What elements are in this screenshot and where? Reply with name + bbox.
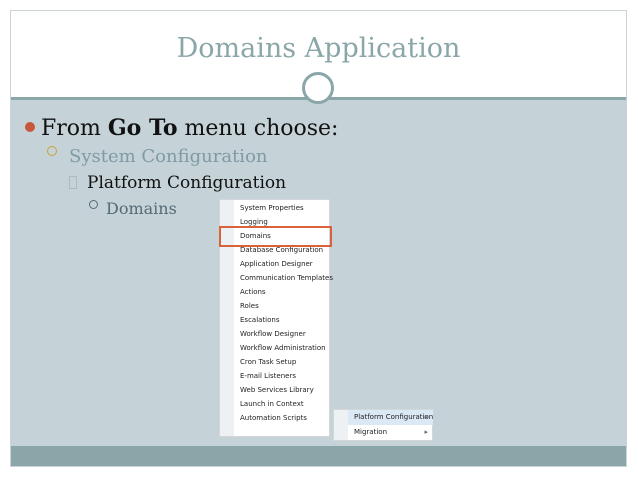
menu-item-email-listeners[interactable]: E-mail Listeners xyxy=(240,372,296,380)
submenu-panel: Platform Configuration ▸ Migration ▸ xyxy=(333,409,433,441)
slide-title: Domains Application xyxy=(176,33,461,64)
menu-item-database-configuration[interactable]: Database Configuration xyxy=(240,246,323,254)
bullet-dot-icon xyxy=(25,122,35,132)
slide-frame: Domains Application From Go To menu choo… xyxy=(10,10,627,467)
submenu-arrow-icon: ▸ xyxy=(424,428,428,436)
bullet-level-2: System Configuration xyxy=(47,146,268,167)
menu-item-escalations[interactable]: Escalations xyxy=(240,316,280,324)
footer-bar xyxy=(11,446,626,466)
menu-item-web-services-library[interactable]: Web Services Library xyxy=(240,386,314,394)
menu-item-actions[interactable]: Actions xyxy=(240,288,266,296)
circle-ornament-icon xyxy=(302,72,334,104)
bullet-level-3: Platform Configuration xyxy=(69,173,286,193)
menu-item-workflow-administration[interactable]: Workflow Administration xyxy=(240,344,326,352)
menu-item-automation-scripts[interactable]: Automation Scripts xyxy=(240,414,307,422)
submenu-item-platform-configuration[interactable]: Platform Configuration xyxy=(354,413,433,421)
menu-item-logging[interactable]: Logging xyxy=(240,218,268,226)
goto-menu-label: Go To xyxy=(107,115,178,141)
menu-item-cron-task-setup[interactable]: Cron Task Setup xyxy=(240,358,296,366)
submenu-item-migration[interactable]: Migration xyxy=(354,428,387,436)
bullet-ring-icon xyxy=(47,146,57,156)
submenu-arrow-icon: ▸ xyxy=(424,413,428,421)
bullet-square-icon xyxy=(69,176,77,189)
bullet-ring-small-icon xyxy=(89,200,98,209)
domains-highlight-box xyxy=(219,226,332,247)
menu-item-communication-templates[interactable]: Communication Templates xyxy=(240,274,333,282)
menu-item-system-properties[interactable]: System Properties xyxy=(240,204,304,212)
menu-item-application-designer[interactable]: Application Designer xyxy=(240,260,313,268)
menu-item-workflow-designer[interactable]: Workflow Designer xyxy=(240,330,306,338)
menu-item-roles[interactable]: Roles xyxy=(240,302,259,310)
menu-item-launch-in-context[interactable]: Launch in Context xyxy=(240,400,304,408)
submenu-icon-strip xyxy=(334,410,348,440)
bullet-level-1: From Go To menu choose: xyxy=(25,115,338,141)
bullet-level-4: Domains xyxy=(89,199,177,218)
